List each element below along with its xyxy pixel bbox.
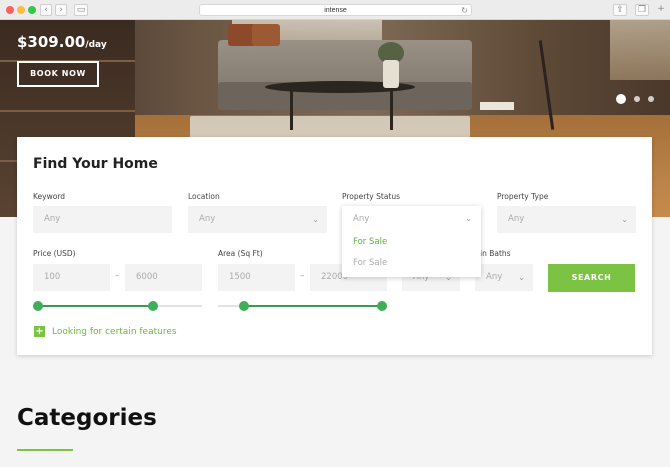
property-type-select[interactable]: Any ⌄ [497,206,636,233]
minimize-window-button[interactable] [17,6,25,14]
price-max-input[interactable]: 6000 [125,264,202,291]
hero-rug-decor [190,116,470,138]
area-separator: – [300,271,305,281]
property-type-label: Property Type [497,192,549,201]
slide-dot-1[interactable] [616,94,626,104]
baths-value: Any [486,272,503,282]
hero-books-decor [480,102,514,110]
location-value: Any [199,214,216,224]
hero-pillow-decor-2 [252,24,280,46]
price-value: $309.00 [17,33,86,51]
property-status-select[interactable]: Any ⌄ [342,206,481,232]
address-bar[interactable]: intense ↻ [199,4,472,16]
price-max-value: 6000 [136,272,158,282]
property-type-value: Any [508,214,525,224]
area-range-slider[interactable] [218,301,387,311]
property-status-label: Property Status [342,192,401,201]
area-label: Area (Sq Ft) [218,249,263,258]
browser-toolbar: ‹ › ▭ intense ↻ ⇪ ❐ + [0,0,670,20]
status-option-for-sale[interactable]: For Sale [353,237,387,247]
price-min-value: 100 [44,272,61,282]
chevron-down-icon: ⌄ [465,214,472,223]
area-max-handle[interactable] [377,301,387,311]
keyword-placeholder: Any [44,214,61,224]
plus-icon: + [34,326,45,337]
book-now-button[interactable]: BOOK NOW [17,61,99,87]
area-min-value: 1500 [229,272,251,282]
url-text: intense [324,7,347,14]
area-min-input[interactable]: 1500 [218,264,295,291]
price-range-slider[interactable] [33,301,202,311]
categories-heading: Categories [17,405,157,431]
slider-pagination [616,94,654,104]
price-unit: /day [85,40,107,50]
features-label: Looking for certain features [52,326,177,337]
hero-table-leg [290,90,293,130]
chevron-down-icon: ⌄ [621,215,628,224]
status-option-for-sale-2[interactable]: For Sale [353,258,387,268]
chevron-down-icon: ⌄ [518,273,525,282]
min-baths-label: in Baths [480,249,511,258]
share-icon[interactable]: ⇪ [613,4,627,16]
features-toggle[interactable]: + Looking for certain features [34,326,177,337]
slider-fill [244,305,382,307]
zoom-window-button[interactable] [28,6,36,14]
baths-select[interactable]: Any ⌄ [475,264,533,291]
location-label: Location [188,192,220,201]
new-tab-icon[interactable]: + [655,4,667,16]
keyword-input[interactable]: Any [33,206,172,233]
property-status-dropdown[interactable]: Any ⌄ For Sale For Sale [342,206,481,277]
price-min-input[interactable]: 100 [33,264,110,291]
area-min-handle[interactable] [239,301,249,311]
reload-icon[interactable]: ↻ [461,5,468,16]
find-home-card: Find Your Home Keyword Any Location Any … [17,137,652,355]
chevron-left-icon[interactable]: ‹ [40,4,52,16]
hero-window-decor-right [610,20,670,80]
hero-price: $309.00/day [17,33,107,51]
tabs-icon[interactable]: ❐ [635,4,649,16]
sidebar-icon[interactable]: ▭ [74,4,88,16]
chevron-right-icon[interactable]: › [55,4,67,16]
close-window-button[interactable] [6,6,14,14]
keyword-label: Keyword [33,192,66,201]
slide-dot-3[interactable] [648,96,654,102]
heading-underline [17,449,73,451]
property-status-value: Any [353,214,370,224]
hero-table-leg-2 [390,90,393,130]
price-min-handle[interactable] [33,301,43,311]
search-button[interactable]: SEARCH [548,264,635,292]
price-max-handle[interactable] [148,301,158,311]
chevron-down-icon: ⌄ [312,215,319,224]
location-select[interactable]: Any ⌄ [188,206,327,233]
slide-dot-2[interactable] [634,96,640,102]
price-separator: – [115,271,120,281]
price-label: Price (USD) [33,249,76,258]
hero-vase-decor [383,60,399,88]
card-title: Find Your Home [33,156,158,172]
slider-fill [38,305,153,307]
